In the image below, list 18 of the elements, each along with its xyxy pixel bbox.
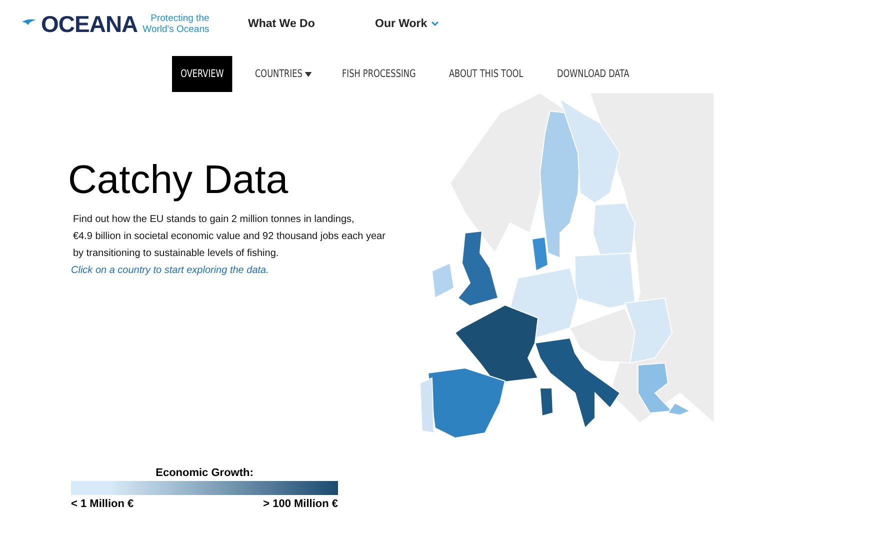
logo-tagline: Protecting the World's Oceans bbox=[142, 13, 210, 35]
nav-tab[interactable]: FISH PROCESSING bbox=[342, 56, 416, 92]
caret-icon bbox=[431, 21, 440, 27]
menu-link[interactable]: What We Do bbox=[248, 18, 375, 30]
legend-max-label: > 100 Million € bbox=[263, 498, 338, 510]
nav-tab[interactable]: DOWNLOAD DATA bbox=[556, 56, 629, 92]
legend-min-label: < 1 Million € bbox=[71, 498, 134, 510]
nav-tab[interactable]: COUNTRIES bbox=[255, 56, 312, 92]
nav-tab[interactable]: OVERVIEW bbox=[172, 56, 232, 92]
europe-map-drawing[interactable] bbox=[419, 93, 714, 438]
legend-title: Economic Growth: bbox=[156, 467, 254, 479]
menu-link[interactable]: Our Work bbox=[375, 18, 502, 30]
page-title: Catchy Data bbox=[68, 158, 290, 203]
hint-link[interactable]: Click on a country to start exploring the data. bbox=[71, 262, 410, 279]
intro-paragraph: Find out how the EU stands to gain 2 million tonnes in landings, €4.9 billion in societal economic value and 92 thousand jobs each year by transitioning to sustainable levels of fishing. bbox=[73, 213, 386, 261]
caret-icon bbox=[305, 72, 312, 76]
nav-tab[interactable]: ABOUT THIS TOOL bbox=[449, 56, 524, 92]
logo-wordmark[interactable]: OCEANA bbox=[41, 10, 138, 38]
